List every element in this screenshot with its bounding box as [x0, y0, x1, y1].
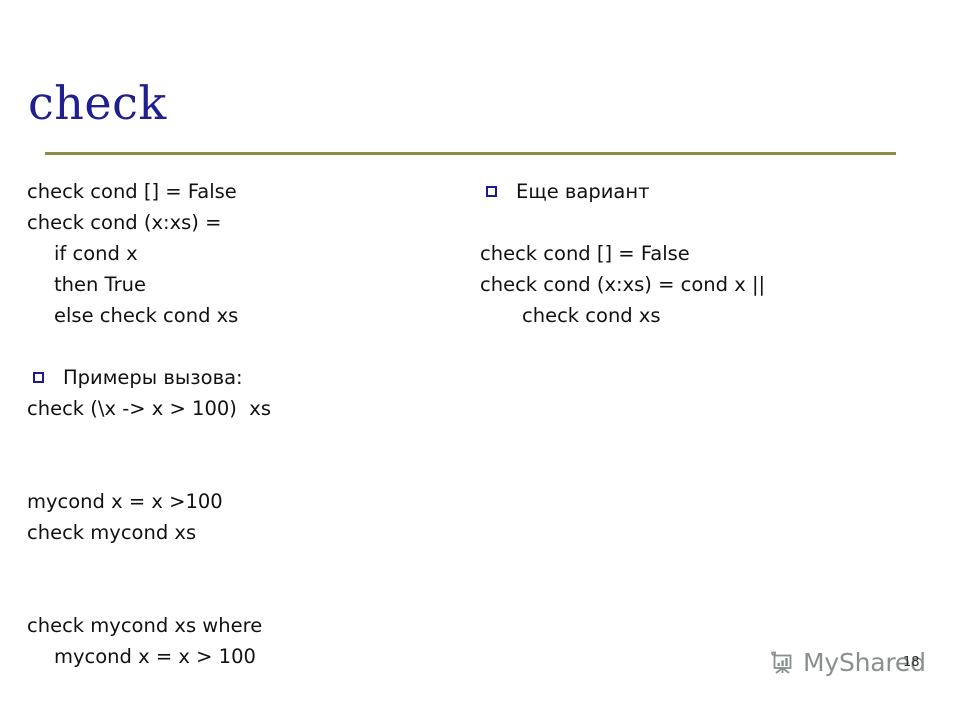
code-line: check mycond xs where: [27, 614, 263, 637]
code-line: if cond x: [54, 242, 138, 265]
title-divider-shadow: [45, 155, 896, 157]
bullet-item-examples: Примеры вызова:: [27, 362, 457, 393]
code-line: then True: [54, 273, 146, 296]
page-title: check: [28, 76, 167, 130]
square-bullet-icon: [486, 186, 497, 197]
code-line: check (\x -> x > 100) xs: [27, 397, 271, 420]
code-line: check cond [] = False: [27, 180, 237, 203]
code-line: mycond x = x > 100: [54, 645, 256, 668]
page-number: 18: [903, 655, 920, 670]
code-line: check cond xs: [522, 304, 661, 327]
right-content-column: Еще вариант check cond [] = False check …: [480, 176, 920, 331]
bullet-label: Примеры вызова:: [63, 366, 243, 389]
code-line: else check cond xs: [54, 304, 239, 327]
code-line: check cond (x:xs) =: [27, 211, 222, 234]
bullet-item-another-variant: Еще вариант: [480, 176, 920, 207]
code-line: check cond [] = False: [480, 242, 690, 265]
code-line: check cond (x:xs) = cond x ||: [480, 273, 766, 296]
code-line: mycond x = x >100: [27, 490, 223, 513]
flipchart-presentation-icon: [768, 648, 798, 678]
code-line: check mycond xs: [27, 521, 197, 544]
slide-canvas: check check cond [] = False check cond (…: [0, 0, 960, 720]
left-content-column: check cond [] = False check cond (x:xs) …: [27, 176, 457, 672]
bullet-label: Еще вариант: [516, 180, 650, 203]
square-bullet-icon: [33, 372, 44, 383]
